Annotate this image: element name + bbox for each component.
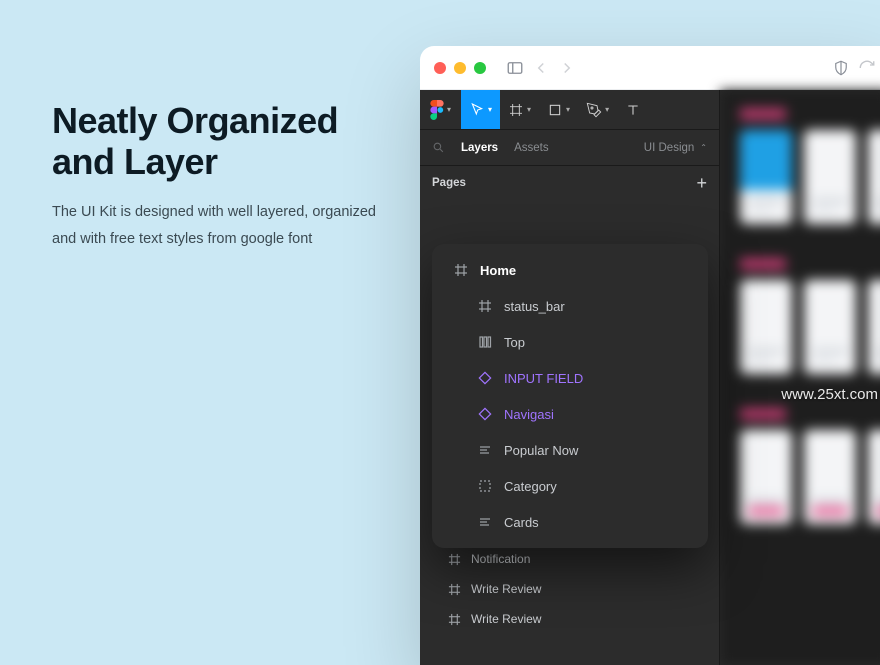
watermark-text: www.25xt.com xyxy=(781,386,878,403)
frame-icon xyxy=(454,263,468,277)
text-tool-button[interactable] xyxy=(617,90,649,129)
figma-app: ▾ ▾ ▾ ▾ ▾ xyxy=(420,90,880,665)
marketing-copy: Neatly Organized and Layer The UI Kit is… xyxy=(52,100,392,254)
frame-icon xyxy=(448,553,461,566)
layer-item[interactable]: Popular Now xyxy=(432,432,708,468)
shield-icon[interactable] xyxy=(832,59,850,77)
layer-label: Navigasi xyxy=(504,407,554,422)
file-name-dropdown[interactable]: UI Design xyxy=(644,142,695,154)
search-icon[interactable] xyxy=(432,141,445,154)
back-icon[interactable] xyxy=(532,59,550,77)
layer-item[interactable]: Write Review xyxy=(420,604,719,634)
columns-icon xyxy=(478,335,492,349)
traffic-lights xyxy=(434,62,486,74)
layer-item[interactable]: status_bar xyxy=(432,288,708,324)
panel-tab-row: Layers Assets UI Design ⌃ xyxy=(420,130,719,166)
shape-tool-button[interactable]: ▾ xyxy=(539,90,578,129)
layer-label: Write Review xyxy=(471,582,541,596)
forward-icon[interactable] xyxy=(558,59,576,77)
browser-chrome xyxy=(420,46,880,90)
tab-assets[interactable]: Assets xyxy=(514,142,549,154)
diamond-icon xyxy=(478,371,492,385)
frame-icon xyxy=(478,299,492,313)
layer-label: Cards xyxy=(504,515,539,530)
pen-tool-button[interactable]: ▾ xyxy=(578,90,617,129)
layer-item[interactable]: Notification xyxy=(420,544,719,574)
move-tool-button[interactable]: ▾ xyxy=(461,90,500,129)
marketing-title: Neatly Organized and Layer xyxy=(52,100,392,183)
figma-canvas[interactable] xyxy=(720,90,880,665)
frame-tool-button[interactable]: ▾ xyxy=(500,90,539,129)
fullscreen-window-button[interactable] xyxy=(474,62,486,74)
layer-label: Popular Now xyxy=(504,443,578,458)
layer-item[interactable]: Category xyxy=(432,468,708,504)
layer-item[interactable]: Write Review xyxy=(420,574,719,604)
add-page-button[interactable]: + xyxy=(696,173,707,194)
pages-header: Pages + xyxy=(420,166,719,200)
lines-icon xyxy=(478,515,492,529)
figma-toolbar: ▾ ▾ ▾ ▾ ▾ xyxy=(420,90,719,130)
layer-label: Home xyxy=(480,263,516,278)
browser-window: ▾ ▾ ▾ ▾ ▾ xyxy=(420,46,880,665)
layer-label: Notification xyxy=(471,552,530,566)
layer-item[interactable]: Home xyxy=(432,252,708,288)
lines-icon xyxy=(478,443,492,457)
close-window-button[interactable] xyxy=(434,62,446,74)
frame-icon xyxy=(448,613,461,626)
refresh-icon[interactable] xyxy=(858,59,876,77)
tab-layers[interactable]: Layers xyxy=(461,142,498,154)
layer-item[interactable]: Top xyxy=(432,324,708,360)
layer-item[interactable]: Cards xyxy=(432,504,708,540)
diamond-icon xyxy=(478,407,492,421)
layer-label: Write Review xyxy=(471,612,541,626)
frame-icon xyxy=(448,583,461,596)
minimize-window-button[interactable] xyxy=(454,62,466,74)
layer-label: INPUT FIELD xyxy=(504,371,583,386)
layer-item[interactable]: Navigasi xyxy=(432,396,708,432)
pages-label: Pages xyxy=(432,177,466,189)
dashbox-icon xyxy=(478,479,492,493)
figma-logo-button[interactable]: ▾ xyxy=(420,90,461,129)
chevron-up-icon: ⌃ xyxy=(700,143,707,152)
marketing-description: The UI Kit is designed with well layered… xyxy=(52,199,392,254)
layer-item[interactable]: INPUT FIELD xyxy=(432,360,708,396)
layers-popout-panel: Home status_bar Top INPUT FIELD Navigasi Popu… xyxy=(432,244,708,548)
layer-label: Top xyxy=(504,335,525,350)
sidebar-toggle-icon[interactable] xyxy=(506,59,524,77)
layer-label: Category xyxy=(504,479,557,494)
layer-label: status_bar xyxy=(504,299,565,314)
